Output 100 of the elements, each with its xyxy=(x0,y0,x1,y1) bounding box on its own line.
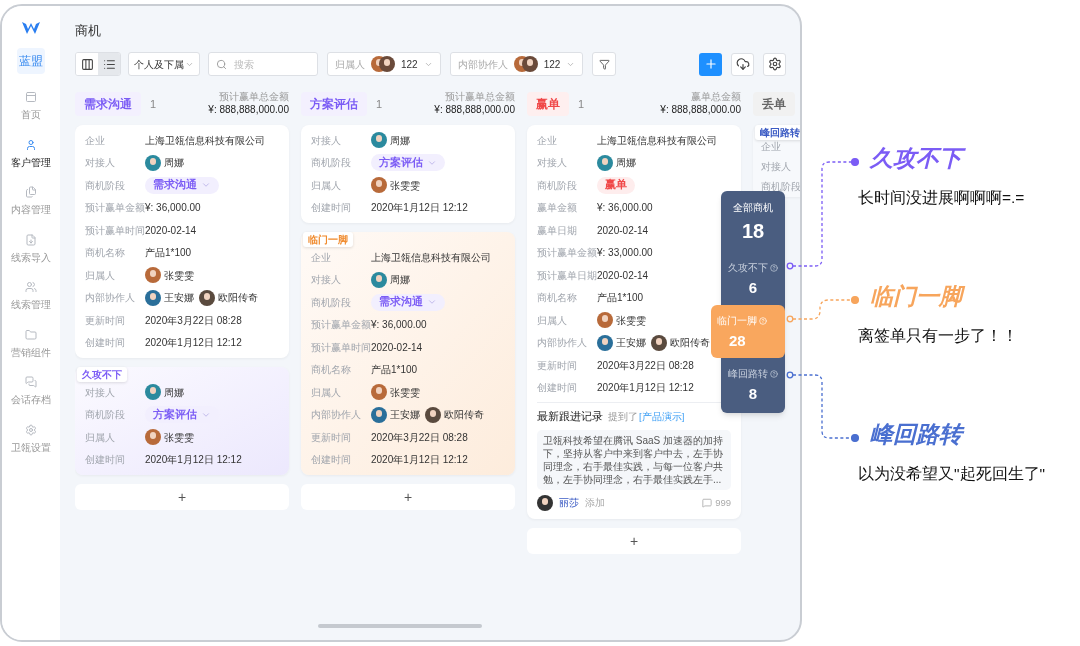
field-value: 2020年3月22日 08:28 xyxy=(597,358,694,373)
scope-dropdown[interactable]: 个人及下属 xyxy=(128,52,200,76)
stage-chip[interactable]: 需求沟通 xyxy=(371,293,445,311)
add-card-button[interactable]: + xyxy=(75,484,289,510)
nav-item[interactable]: 线索导入 xyxy=(11,225,51,273)
field-label: 内部协作人 xyxy=(537,336,588,351)
person-name: 周娜 xyxy=(616,156,636,171)
field-label: 归属人 xyxy=(311,178,342,193)
person-name: 欧阳传奇 xyxy=(444,408,484,423)
field-label: 赢单金额 xyxy=(537,201,578,216)
person-name: 张雯雯 xyxy=(390,178,420,193)
action-text: 添加 xyxy=(585,495,605,510)
person-name: 王安娜 xyxy=(164,291,194,306)
field-label: 对接人 xyxy=(85,156,116,171)
settings-button[interactable] xyxy=(763,52,786,76)
field-label: 预计赢单金额 xyxy=(85,201,145,216)
add-button[interactable] xyxy=(699,52,722,76)
comment-count: 999 xyxy=(715,495,731,510)
mention-link[interactable]: [产品演示] xyxy=(639,410,685,425)
stage-header[interactable]: 需求沟通 xyxy=(75,92,141,116)
stats-group[interactable]: 久攻不下 6 xyxy=(721,252,785,306)
nav-item[interactable]: 客户管理 xyxy=(11,130,51,178)
filter-dropdown[interactable]: 内部协作人 122 xyxy=(449,52,584,76)
download-button[interactable] xyxy=(731,52,754,76)
nav-item[interactable]: 首页 xyxy=(11,83,51,131)
settings-icon xyxy=(25,423,37,436)
field-label: 归属人 xyxy=(85,268,116,283)
author-name[interactable]: 丽莎 xyxy=(559,495,579,510)
field-value: 上海卫瓴信息科技有限公司 xyxy=(597,133,717,148)
field-label: 商机名称 xyxy=(85,246,126,261)
field-value: 产品1*100 xyxy=(597,291,644,306)
search-icon xyxy=(216,58,227,70)
field-label: 商机名称 xyxy=(311,363,352,378)
search-field[interactable]: 搜索 xyxy=(208,52,318,76)
comment-icon xyxy=(702,497,713,508)
stage-chip[interactable]: 需求沟通 xyxy=(145,176,219,194)
nav-item[interactable]: 线索管理 xyxy=(11,273,51,321)
field-value: 上海卫瓴信息科技有限公司 xyxy=(371,250,491,265)
nav-item[interactable]: 内容管理 xyxy=(11,178,51,226)
field-label: 赢单日期 xyxy=(537,223,578,238)
stage-header[interactable]: 赢单 xyxy=(527,92,569,116)
person-name: 周娜 xyxy=(390,273,410,288)
field-label: 企业 xyxy=(85,133,106,148)
stage-header[interactable]: 丢单 xyxy=(753,92,795,116)
files-icon xyxy=(25,186,37,199)
avatar xyxy=(379,56,395,72)
filter-dropdown[interactable]: 归属人 122 xyxy=(327,52,441,76)
person-name: 张雯雯 xyxy=(390,385,420,400)
file-download-icon xyxy=(25,233,37,246)
field-label: 预计赢单时间 xyxy=(85,223,145,238)
field-label: 商机阶段 xyxy=(761,179,800,194)
opportunity-card[interactable]: 临门一脚 企业 上海卫瓴信息科技有限公司 对接人 周娜 商机阶段 需求沟通 预计赢单金额¥: 36,000.00 预计赢单时间2020-02-14 商机名称 产品1*100 归属人 张雯雯 内部协作人 王安娜 欧阳传奇 更新时间 2020年3月22日 08:28 创建时间 2020年1月12日 12:12 xyxy=(301,232,515,475)
person-name: 张雯雯 xyxy=(616,313,646,328)
stage-header[interactable]: 方案评估 xyxy=(301,92,367,116)
field-label: 预计赢单金额 xyxy=(311,318,371,333)
field-value: 2020年3月22日 08:28 xyxy=(371,430,468,445)
opportunity-card[interactable]: 峰回路转 企业 对接人 商机阶段 xyxy=(753,125,800,197)
nav-item[interactable]: 卫瓴设置 xyxy=(11,415,51,463)
stage-chip[interactable]: 方案评估 xyxy=(371,154,445,172)
field-value: 产品1*100 xyxy=(145,246,192,261)
field-value: 2020年1月12日 12:12 xyxy=(145,336,242,351)
card-count: 1 xyxy=(578,96,585,112)
field-value: 2020-02-14 xyxy=(597,223,649,238)
opportunity-card[interactable]: 对接人 周娜 商机阶段 方案评估 归属人 张雯雯 创建时间 2020年1月12日 12:12 xyxy=(301,125,515,223)
stats-title: 全部商机 xyxy=(733,201,773,215)
add-card-button[interactable]: + xyxy=(527,527,741,554)
person-name: 周娜 xyxy=(164,156,184,171)
stats-total: 18 xyxy=(741,219,765,244)
field-label: 创建时间 xyxy=(311,453,352,468)
stage-chip[interactable]: 赢单 xyxy=(597,176,635,194)
field-label: 对接人 xyxy=(311,273,342,288)
field-label: 商机阶段 xyxy=(311,156,352,171)
filter-icon xyxy=(598,58,610,70)
field-value: 产品1*100 xyxy=(371,363,418,378)
field-label: 归属人 xyxy=(537,313,568,328)
stats-group[interactable]: 峰回路转 8 xyxy=(721,358,785,412)
nav-item[interactable]: 会话存档 xyxy=(11,368,51,416)
field-value: 上海卫瓴信息科技有限公司 xyxy=(145,133,265,148)
field-label: 内部协作人 xyxy=(85,291,136,306)
add-card-button[interactable]: + xyxy=(301,484,515,510)
opportunity-card[interactable]: 久攻不下 对接人 周娜 商机阶段 方案评估 归属人 张雯雯 创建时间 2020年1月12日 12:12 xyxy=(75,367,289,475)
help-icon xyxy=(759,316,767,325)
search-input[interactable]: 搜索 xyxy=(234,56,304,72)
total-label: 预计赢单总金额 xyxy=(219,91,289,103)
field-label: 商机阶段 xyxy=(537,178,578,193)
field-value: 2020年1月12日 12:12 xyxy=(597,381,694,396)
field-label: 对接人 xyxy=(537,156,568,171)
brand-label[interactable]: 蓝盟 xyxy=(17,48,45,74)
total-label: 赢单总金额 xyxy=(691,91,741,103)
field-value: ¥: 36,000.00 xyxy=(371,318,427,333)
panel-icon xyxy=(25,91,37,104)
opportunity-card[interactable]: 企业 上海卫瓴信息科技有限公司 对接人 周娜 商机阶段 需求沟通 预计赢单金额¥: 36,000.00 预计赢单时间2020-02-14 商机名称 产品1*100 归属人 张雯雯 内部协作人 王安娜 欧阳传奇 更新时间 2020年3月22日 08:28 创建时间 2020年1月12日 12:12 xyxy=(75,125,289,358)
group-count: 6 xyxy=(748,279,758,298)
filter-button[interactable] xyxy=(592,52,617,76)
nav-item[interactable]: 营销组件 xyxy=(11,320,51,368)
field-value: ¥: 36,000.00 xyxy=(145,201,201,216)
avatar xyxy=(537,494,553,511)
list-view-button[interactable] xyxy=(98,53,120,75)
field-label: 企业 xyxy=(311,250,332,265)
field-value: ¥: 36,000.00 xyxy=(597,201,653,216)
